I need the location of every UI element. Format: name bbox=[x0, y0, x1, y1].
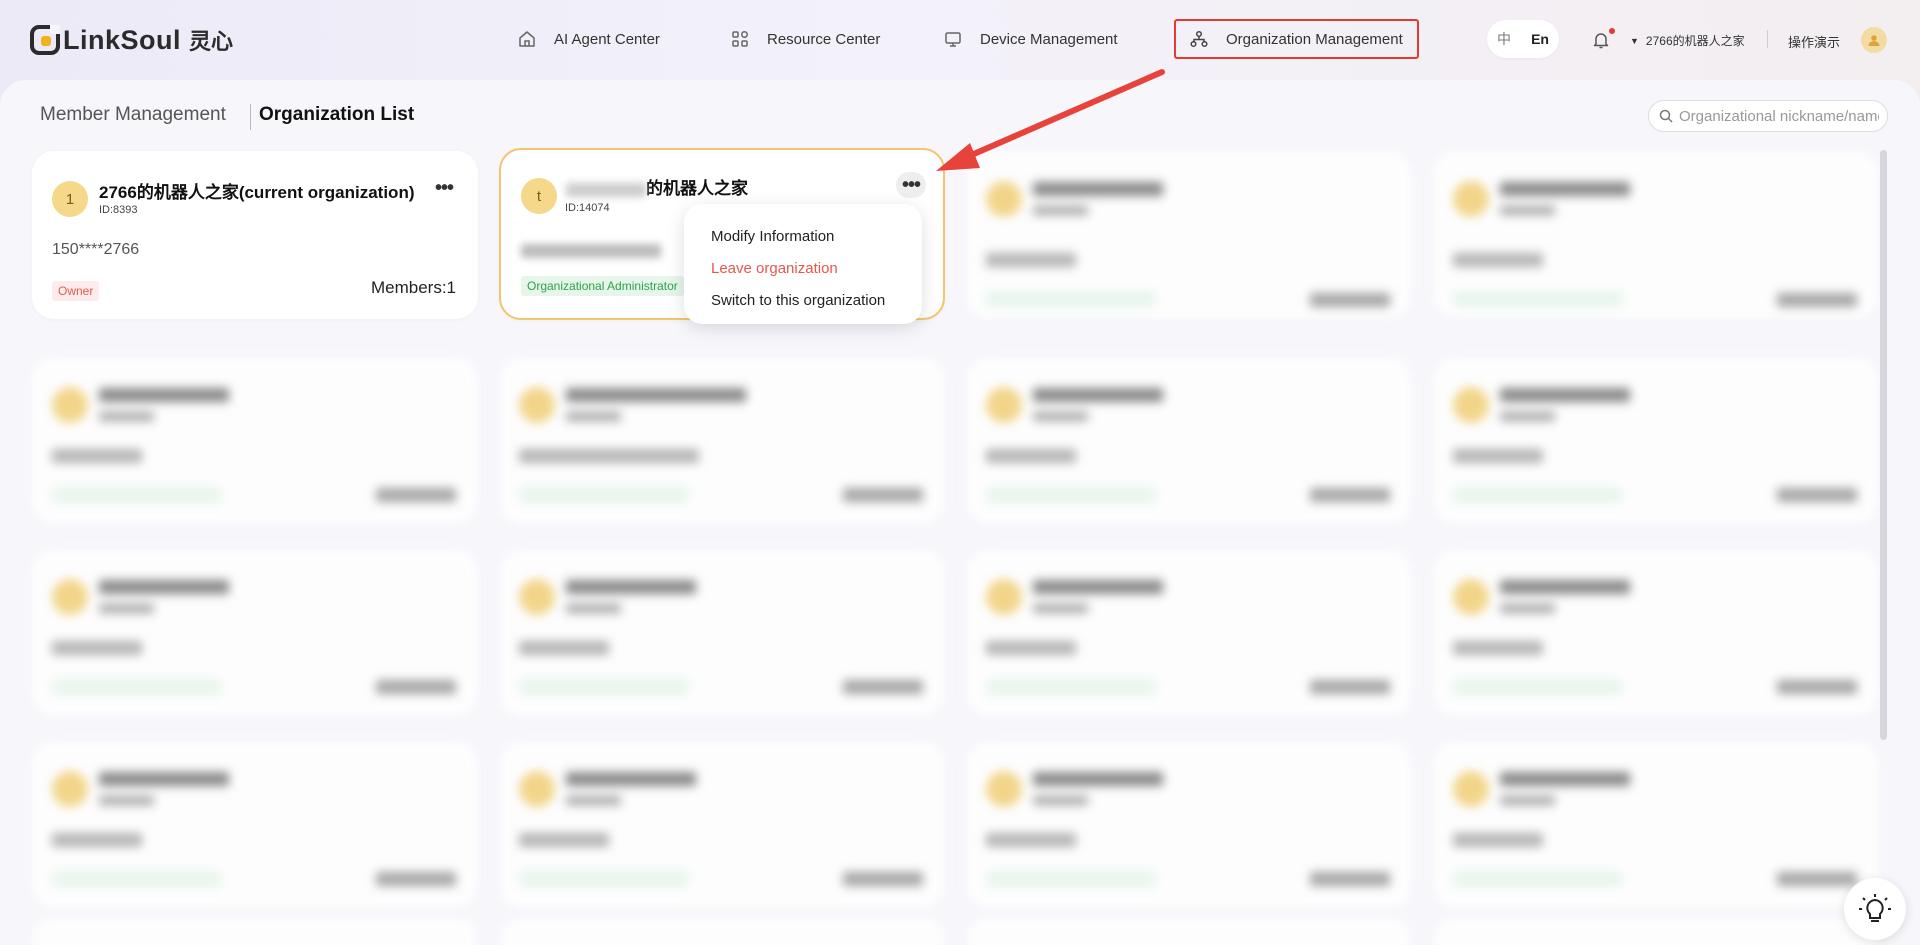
org-card[interactable] bbox=[499, 741, 945, 909]
org-avatar: 1 bbox=[52, 181, 88, 217]
org-card[interactable]: 1 2766的机器人之家(current organization) ID:83… bbox=[32, 151, 478, 319]
org-card[interactable] bbox=[1433, 357, 1879, 525]
brand-name: LinkSoul bbox=[63, 24, 181, 55]
current-org-name: 2766的机器人之家 bbox=[1645, 34, 1745, 48]
member-count: Members:1 bbox=[370, 278, 456, 297]
org-card[interactable] bbox=[966, 549, 1412, 717]
nav-device-management[interactable]: Device Management bbox=[944, 22, 1118, 56]
nav-resource-center[interactable]: Resource Center bbox=[731, 22, 880, 56]
org-card[interactable] bbox=[32, 918, 478, 945]
nav-label: Resource Center bbox=[767, 30, 881, 48]
role-badge: Owner bbox=[52, 281, 100, 301]
monitor-icon bbox=[945, 32, 961, 47]
org-name: 2766的机器人之家(current organization) bbox=[99, 183, 415, 202]
current-org-switcher[interactable]: ▼ 2766的机器人之家 bbox=[1630, 32, 1745, 49]
org-card[interactable] bbox=[499, 357, 945, 525]
tab-member-management[interactable]: Member Management bbox=[40, 104, 226, 126]
search-input[interactable] bbox=[1679, 107, 1879, 125]
search-box[interactable] bbox=[1648, 100, 1888, 132]
home-icon bbox=[519, 31, 535, 47]
nav-label: Device Management bbox=[980, 30, 1118, 48]
redacted-text bbox=[566, 182, 646, 197]
bulb-icon bbox=[1859, 894, 1891, 922]
org-card[interactable] bbox=[32, 357, 478, 525]
theme-toggle-button[interactable] bbox=[1844, 878, 1906, 940]
nav-organization-management[interactable]: Organization Management bbox=[1174, 19, 1419, 59]
org-card[interactable] bbox=[499, 918, 945, 945]
org-name-row: 的机器人之家 bbox=[566, 174, 748, 199]
language-toggle[interactable]: 中 En bbox=[1487, 20, 1559, 58]
org-tree-icon bbox=[1190, 30, 1208, 48]
user-avatar[interactable] bbox=[1861, 27, 1887, 53]
card-options-menu: Modify Information Leave organization Sw… bbox=[684, 204, 922, 324]
org-phone: 150****2766 bbox=[52, 241, 140, 258]
org-avatar bbox=[1453, 181, 1489, 217]
org-card[interactable] bbox=[966, 918, 1412, 945]
org-avatar bbox=[986, 181, 1022, 217]
role-badge: Organizational Administrator bbox=[521, 276, 684, 296]
tab-divider bbox=[250, 104, 251, 130]
nav-label: AI Agent Center bbox=[554, 30, 660, 48]
org-card[interactable] bbox=[499, 549, 945, 717]
org-card[interactable] bbox=[32, 549, 478, 717]
more-options-button[interactable]: ••• bbox=[896, 172, 926, 198]
search-icon bbox=[1659, 109, 1673, 123]
demo-link[interactable]: 操作演示 bbox=[1788, 32, 1840, 51]
org-card[interactable] bbox=[1433, 918, 1879, 945]
nav-ai-agent-center[interactable]: AI Agent Center bbox=[518, 22, 660, 56]
menu-switch-organization[interactable]: Switch to this organization bbox=[684, 284, 922, 316]
org-name: 的机器人之家 bbox=[646, 179, 748, 198]
nav-label: Organization Management bbox=[1226, 30, 1403, 48]
org-card[interactable] bbox=[1433, 151, 1879, 319]
tab-organization-list[interactable]: Organization List bbox=[259, 104, 414, 126]
logo-mark-icon bbox=[30, 24, 60, 55]
brand-name-cn: 灵心 bbox=[189, 29, 234, 54]
caret-down-icon: ▼ bbox=[1630, 35, 1639, 46]
user-icon bbox=[1868, 35, 1880, 46]
linksoul-logo[interactable]: LinkSoul 灵心 bbox=[30, 23, 233, 57]
lang-zh-option[interactable]: 中 bbox=[1497, 29, 1511, 49]
menu-modify-information[interactable]: Modify Information bbox=[684, 220, 922, 252]
org-card[interactable] bbox=[1433, 741, 1879, 909]
scrollbar[interactable] bbox=[1880, 150, 1887, 740]
org-card[interactable] bbox=[966, 357, 1412, 525]
org-card[interactable] bbox=[32, 741, 478, 909]
org-card[interactable] bbox=[966, 741, 1412, 909]
more-options-button[interactable]: ••• bbox=[429, 175, 459, 201]
top-navigation-bar: LinkSoul 灵心 AI Agent Center Resource Cen… bbox=[0, 0, 1920, 80]
org-avatar: t bbox=[521, 178, 557, 214]
menu-leave-organization[interactable]: Leave organization bbox=[684, 252, 922, 284]
grid-icon bbox=[732, 31, 748, 47]
org-id: ID:8393 bbox=[99, 204, 138, 216]
header-divider bbox=[1767, 30, 1768, 48]
org-id: ID:14074 bbox=[565, 202, 610, 214]
org-phone-redacted bbox=[521, 242, 661, 260]
bell-icon[interactable] bbox=[1593, 31, 1609, 54]
notification-dot bbox=[1609, 28, 1615, 34]
org-card[interactable] bbox=[966, 151, 1412, 319]
lang-en-option[interactable]: En bbox=[1531, 31, 1549, 47]
org-card[interactable] bbox=[1433, 549, 1879, 717]
